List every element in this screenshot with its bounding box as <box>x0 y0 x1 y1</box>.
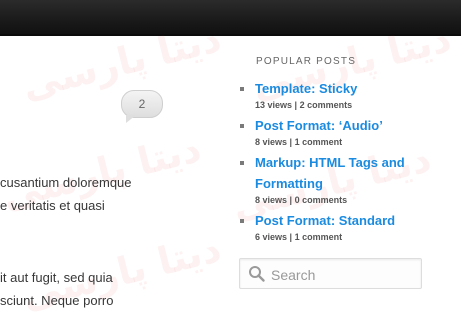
post-excerpt-line: cusantium doloremque <box>0 175 132 190</box>
popular-post-link[interactable]: Template: Sticky <box>255 78 458 99</box>
post-comments: 1 comment <box>294 232 343 242</box>
widget-title: POPULAR POSTS <box>256 56 357 67</box>
popular-post-link[interactable]: Post Format: ‘Audio’ <box>255 115 458 136</box>
post-comments: 0 comments <box>294 195 348 205</box>
top-navigation-bar <box>0 0 461 36</box>
popular-posts-list: Template: Sticky 13 views | 2 comments P… <box>238 78 458 243</box>
post-views: 6 views <box>255 232 288 242</box>
post-comments: 1 comment <box>294 137 343 147</box>
bubble-tail <box>126 115 136 123</box>
post-excerpt-line: sciunt. Neque porro <box>0 293 114 308</box>
popular-post-item: Post Format: ‘Audio’ 8 views | 1 comment <box>255 115 458 148</box>
popular-post-link[interactable]: Markup: HTML Tags and Formatting <box>255 152 458 194</box>
popular-post-link[interactable]: Post Format: Standard <box>255 210 458 231</box>
post-meta: 8 views | 0 comments <box>255 195 348 205</box>
post-excerpt-line: e veritatis et quasi <box>0 198 105 213</box>
search-form[interactable] <box>239 258 422 289</box>
post-meta: 8 views | 1 comment <box>255 137 343 147</box>
comments-count: 2 <box>138 97 146 111</box>
popular-post-item: Template: Sticky 13 views | 2 comments <box>255 78 458 111</box>
post-meta: 13 views | 2 comments <box>255 100 353 110</box>
search-icon <box>249 266 265 282</box>
search-input[interactable] <box>269 263 418 287</box>
post-views: 8 views <box>255 137 288 147</box>
popular-post-item: Post Format: Standard 6 views | 1 commen… <box>255 210 458 243</box>
post-views: 8 views <box>255 195 288 205</box>
comments-count-bubble[interactable]: 2 <box>121 90 163 123</box>
popular-post-item: Markup: HTML Tags and Formatting 8 views… <box>255 152 458 206</box>
post-comments: 2 comments <box>299 100 353 110</box>
popular-posts-widget: POPULAR POSTS Template: Sticky 13 views … <box>238 56 458 247</box>
post-meta: 6 views | 1 comment <box>255 232 343 242</box>
post-excerpt-line: it aut fugit, sed quia <box>0 270 113 285</box>
post-views: 13 views <box>255 100 293 110</box>
